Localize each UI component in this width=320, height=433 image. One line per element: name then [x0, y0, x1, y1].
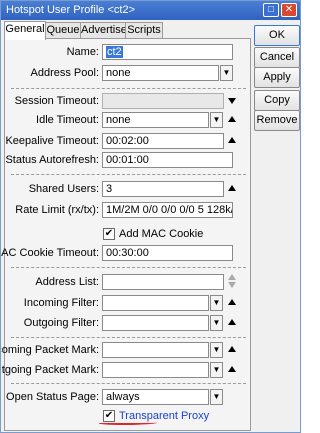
tab-scripts[interactable]: Scripts	[125, 22, 163, 39]
general-tab-panel: Name: ct2 Address Pool: none ▼ Session T…	[1, 38, 252, 431]
incoming-filter-dropdown-icon[interactable]: ▼	[210, 295, 223, 311]
idle-timeout-collapse-icon[interactable]	[228, 116, 236, 122]
rate-limit-label: Rate Limit (rx/tx):	[15, 204, 99, 216]
rate-limit-row: Rate Limit (rx/tx): 1M/2M 0/0 0/0 0/0 5 …	[5, 202, 252, 218]
status-autorefresh-field[interactable]: 00:01:00	[102, 152, 233, 168]
copy-button[interactable]: Copy	[254, 90, 300, 111]
cancel-button[interactable]: Cancel	[254, 47, 300, 68]
outgoing-packet-mark-label: Outgoing Packet Mark:	[1, 364, 99, 376]
shared-users-row: Shared Users: 3	[5, 181, 252, 197]
address-pool-row: Address Pool: none ▼	[5, 65, 252, 81]
outgoing-filter-dropdown-icon[interactable]: ▼	[210, 315, 223, 331]
shared-users-collapse-icon[interactable]	[228, 185, 236, 191]
keepalive-timeout-collapse-icon[interactable]	[228, 137, 236, 143]
shared-users-label: Shared Users:	[28, 183, 99, 195]
outgoing-filter-row: Outgoing Filter: ▼	[5, 315, 252, 331]
address-pool-select[interactable]: none	[102, 65, 219, 81]
remove-button[interactable]: Remove	[254, 110, 300, 131]
incoming-packet-mark-row: Incoming Packet Mark: ▼	[1, 342, 252, 358]
incoming-filter-label: Incoming Filter:	[23, 297, 99, 309]
ok-button[interactable]: OK	[254, 25, 300, 46]
name-row: Name: ct2	[5, 44, 252, 60]
hotspot-user-profile-window: Hotspot User Profile <ct2> □ ✕ General Q…	[0, 0, 301, 433]
outgoing-filter-select[interactable]	[102, 315, 209, 331]
address-pool-dropdown-icon[interactable]: ▼	[220, 65, 233, 81]
incoming-packet-mark-select[interactable]	[102, 342, 209, 358]
idle-timeout-label: Idle Timeout:	[36, 114, 99, 126]
outgoing-packet-mark-dropdown-icon[interactable]: ▼	[210, 362, 223, 378]
section-divider	[11, 337, 246, 338]
name-field[interactable]: ct2	[102, 44, 233, 60]
incoming-packet-mark-collapse-icon[interactable]	[228, 346, 236, 352]
mac-cookie-timeout-label: MAC Cookie Timeout:	[0, 247, 99, 259]
incoming-filter-row: Incoming Filter: ▼	[5, 295, 252, 311]
incoming-filter-collapse-icon[interactable]	[228, 299, 236, 305]
session-timeout-expand-icon[interactable]	[228, 98, 236, 104]
window-title: Hotspot User Profile <ct2>	[6, 4, 136, 16]
session-timeout-row: Session Timeout:	[5, 93, 252, 109]
status-autorefresh-row: Status Autorefresh: 00:01:00	[5, 152, 252, 168]
keepalive-timeout-label: Keepalive Timeout:	[5, 135, 99, 147]
address-list-up-icon[interactable]	[228, 274, 236, 280]
incoming-packet-mark-label: Incoming Packet Mark:	[1, 344, 99, 356]
section-divider	[11, 88, 246, 89]
outgoing-packet-mark-select[interactable]	[102, 362, 209, 378]
idle-timeout-dropdown-icon[interactable]: ▼	[210, 112, 223, 128]
apply-button[interactable]: Apply	[254, 67, 300, 88]
address-list-row: Address List:	[5, 274, 252, 290]
incoming-packet-mark-dropdown-icon[interactable]: ▼	[210, 342, 223, 358]
section-divider	[11, 174, 246, 175]
outgoing-packet-mark-row: Outgoing Packet Mark: ▼	[1, 362, 252, 378]
status-autorefresh-label: Status Autorefresh:	[5, 154, 99, 166]
address-pool-label: Address Pool:	[30, 67, 99, 79]
address-list-field[interactable]	[102, 274, 224, 290]
session-timeout-field[interactable]	[102, 93, 224, 109]
outgoing-filter-collapse-icon[interactable]	[228, 319, 236, 325]
open-status-page-row: Open Status Page: always ▼	[5, 389, 252, 405]
shared-users-field[interactable]: 3	[102, 181, 224, 197]
add-mac-cookie-label: Add MAC Cookie	[119, 228, 204, 240]
idle-timeout-select[interactable]: none	[102, 112, 209, 128]
session-timeout-label: Session Timeout:	[14, 95, 99, 107]
mac-cookie-timeout-field[interactable]: 00:30:00	[102, 245, 233, 261]
name-value: ct2	[106, 46, 123, 58]
rate-limit-field[interactable]: 1M/2M 0/0 0/0 0/0 5 128k/12	[102, 202, 233, 218]
address-list-label: Address List:	[35, 276, 99, 288]
keepalive-timeout-field[interactable]: 00:02:00	[102, 133, 224, 149]
outgoing-packet-mark-collapse-icon[interactable]	[228, 366, 236, 372]
tab-general[interactable]: General	[4, 21, 46, 40]
keepalive-timeout-row: Keepalive Timeout: 00:02:00	[5, 133, 252, 149]
open-status-page-select[interactable]: always	[102, 389, 209, 405]
tab-advertise[interactable]: Advertise	[80, 22, 127, 39]
open-status-page-dropdown-icon[interactable]: ▼	[210, 389, 223, 405]
close-icon[interactable]: ✕	[281, 3, 297, 17]
tab-queue[interactable]: Queue	[45, 22, 81, 39]
address-list-down-icon[interactable]	[228, 282, 236, 288]
name-label: Name:	[66, 46, 99, 58]
outgoing-filter-label: Outgoing Filter:	[23, 317, 99, 329]
incoming-filter-select[interactable]	[102, 295, 209, 311]
add-mac-cookie-row: ✔ Add MAC Cookie	[5, 226, 252, 242]
section-divider	[11, 267, 246, 268]
maximize-icon[interactable]: □	[263, 3, 279, 17]
open-status-page-label: Open Status Page:	[6, 391, 99, 403]
window-title-bar[interactable]: Hotspot User Profile <ct2> □ ✕	[1, 1, 300, 20]
add-mac-cookie-checkbox[interactable]: ✔	[103, 228, 115, 240]
section-divider	[11, 383, 246, 384]
idle-timeout-row: Idle Timeout: none ▼	[5, 112, 252, 128]
mac-cookie-timeout-row: MAC Cookie Timeout: 00:30:00	[1, 245, 252, 261]
